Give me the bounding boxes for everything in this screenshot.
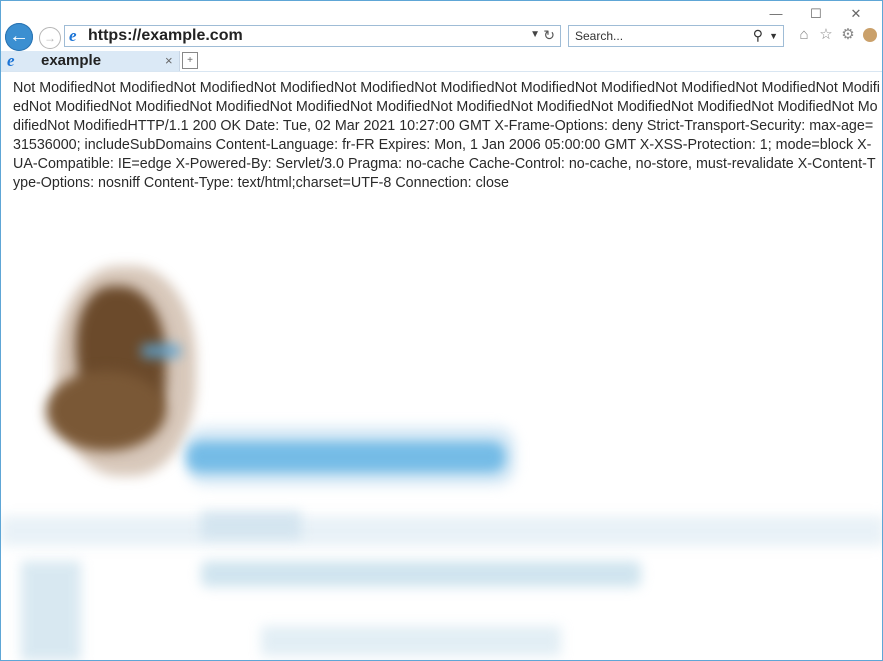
tab-bar: e example × + [1, 51, 882, 72]
search-dropdown-icon[interactable]: ▼ [769, 31, 778, 41]
close-button[interactable]: ✕ [836, 3, 876, 25]
dropdown-icon[interactable]: ▼ [530, 29, 540, 40]
tab-title: example [41, 52, 102, 69]
blurred-band [1, 516, 882, 546]
maximize-button[interactable]: ☐ [796, 3, 836, 25]
smiley-icon[interactable] [861, 26, 879, 44]
page-body-text: Not ModifiedNot ModifiedNot ModifiedNot … [13, 80, 880, 191]
window-controls: — ☐ ✕ [756, 3, 876, 25]
search-input[interactable]: Search... ⚲ ▼ [568, 25, 784, 47]
refresh-icon[interactable]: ↻ [543, 27, 555, 44]
gear-icon[interactable]: ⚙ [839, 26, 857, 44]
toolbar-icons: ⌂ ☆ ⚙ [795, 26, 879, 44]
browser-window: — ☐ ✕ ← → e https://example.com ▼ ↻ Sear… [0, 0, 883, 661]
search-placeholder: Search... [575, 29, 624, 43]
blurred-sidebar [21, 561, 81, 660]
blurred-heading [186, 441, 506, 473]
back-button[interactable]: ← [5, 23, 33, 51]
tab-ie-logo-icon: e [7, 51, 15, 70]
new-tab-button[interactable]: + [182, 52, 198, 69]
forward-button[interactable]: → [39, 27, 61, 49]
blurred-text-line [261, 626, 561, 656]
ie-logo-icon: e [69, 26, 77, 45]
navigation-bar: ← → e https://example.com ▼ ↻ Search... … [1, 23, 882, 51]
blurred-block [201, 511, 301, 539]
blurred-logo-part [46, 371, 166, 451]
star-icon[interactable]: ☆ [817, 26, 835, 44]
tab-example[interactable]: e example × [1, 51, 180, 71]
home-icon[interactable]: ⌂ [795, 26, 813, 44]
search-icon[interactable]: ⚲ [753, 27, 763, 44]
address-bar[interactable]: e https://example.com ▼ ↻ [64, 25, 561, 47]
blurred-logo-accent [141, 344, 181, 358]
url-text[interactable]: https://example.com [88, 27, 243, 45]
blurred-text-line [201, 561, 641, 587]
minimize-button[interactable]: — [756, 3, 796, 25]
tab-close-icon[interactable]: × [165, 53, 173, 68]
